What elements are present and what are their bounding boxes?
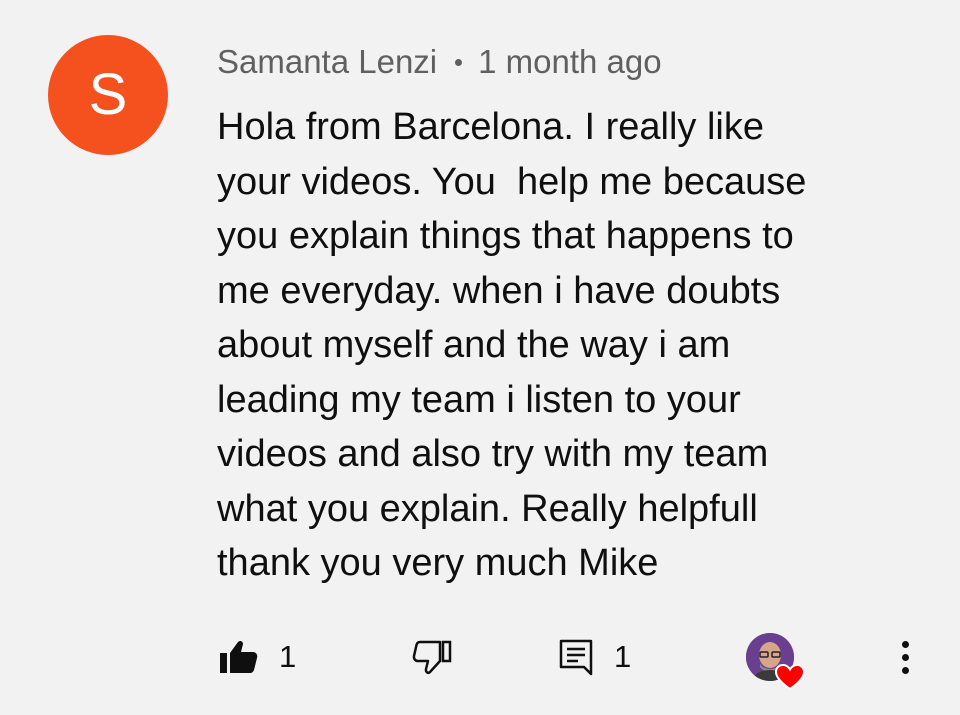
creator-heart-badge xyxy=(746,633,808,693)
like-count: 1 xyxy=(279,639,297,674)
author-avatar[interactable]: S xyxy=(48,35,168,155)
reply-comment-icon xyxy=(558,638,594,676)
thumbs-up-filled-icon xyxy=(219,639,259,675)
author-name[interactable]: Samanta Lenzi xyxy=(217,43,437,81)
more-vertical-icon-dot xyxy=(901,666,909,674)
comment-card: S Samanta Lenzi 1 month ago Hola from Ba… xyxy=(0,0,960,715)
dislike-button[interactable] xyxy=(412,625,452,689)
more-vertical-icon-dot xyxy=(901,653,909,661)
like-button[interactable]: 1 xyxy=(219,625,296,689)
avatar-letter: S xyxy=(88,62,128,127)
reply-count: 1 xyxy=(614,639,632,674)
reply-button[interactable]: 1 xyxy=(558,625,631,689)
more-options-button[interactable] xyxy=(890,633,920,681)
more-vertical-icon-dot xyxy=(901,640,909,648)
comment-actions: 1 1 xyxy=(0,625,960,691)
creator-heart-icon xyxy=(774,663,806,696)
separator-dot xyxy=(455,58,463,66)
comment-text: Hola from Barcelona. I really like your … xyxy=(217,106,807,584)
comment-meta: Samanta Lenzi 1 month ago xyxy=(217,42,662,82)
thumbs-down-outline-icon xyxy=(412,639,452,675)
comment-timestamp[interactable]: 1 month ago xyxy=(478,43,661,81)
